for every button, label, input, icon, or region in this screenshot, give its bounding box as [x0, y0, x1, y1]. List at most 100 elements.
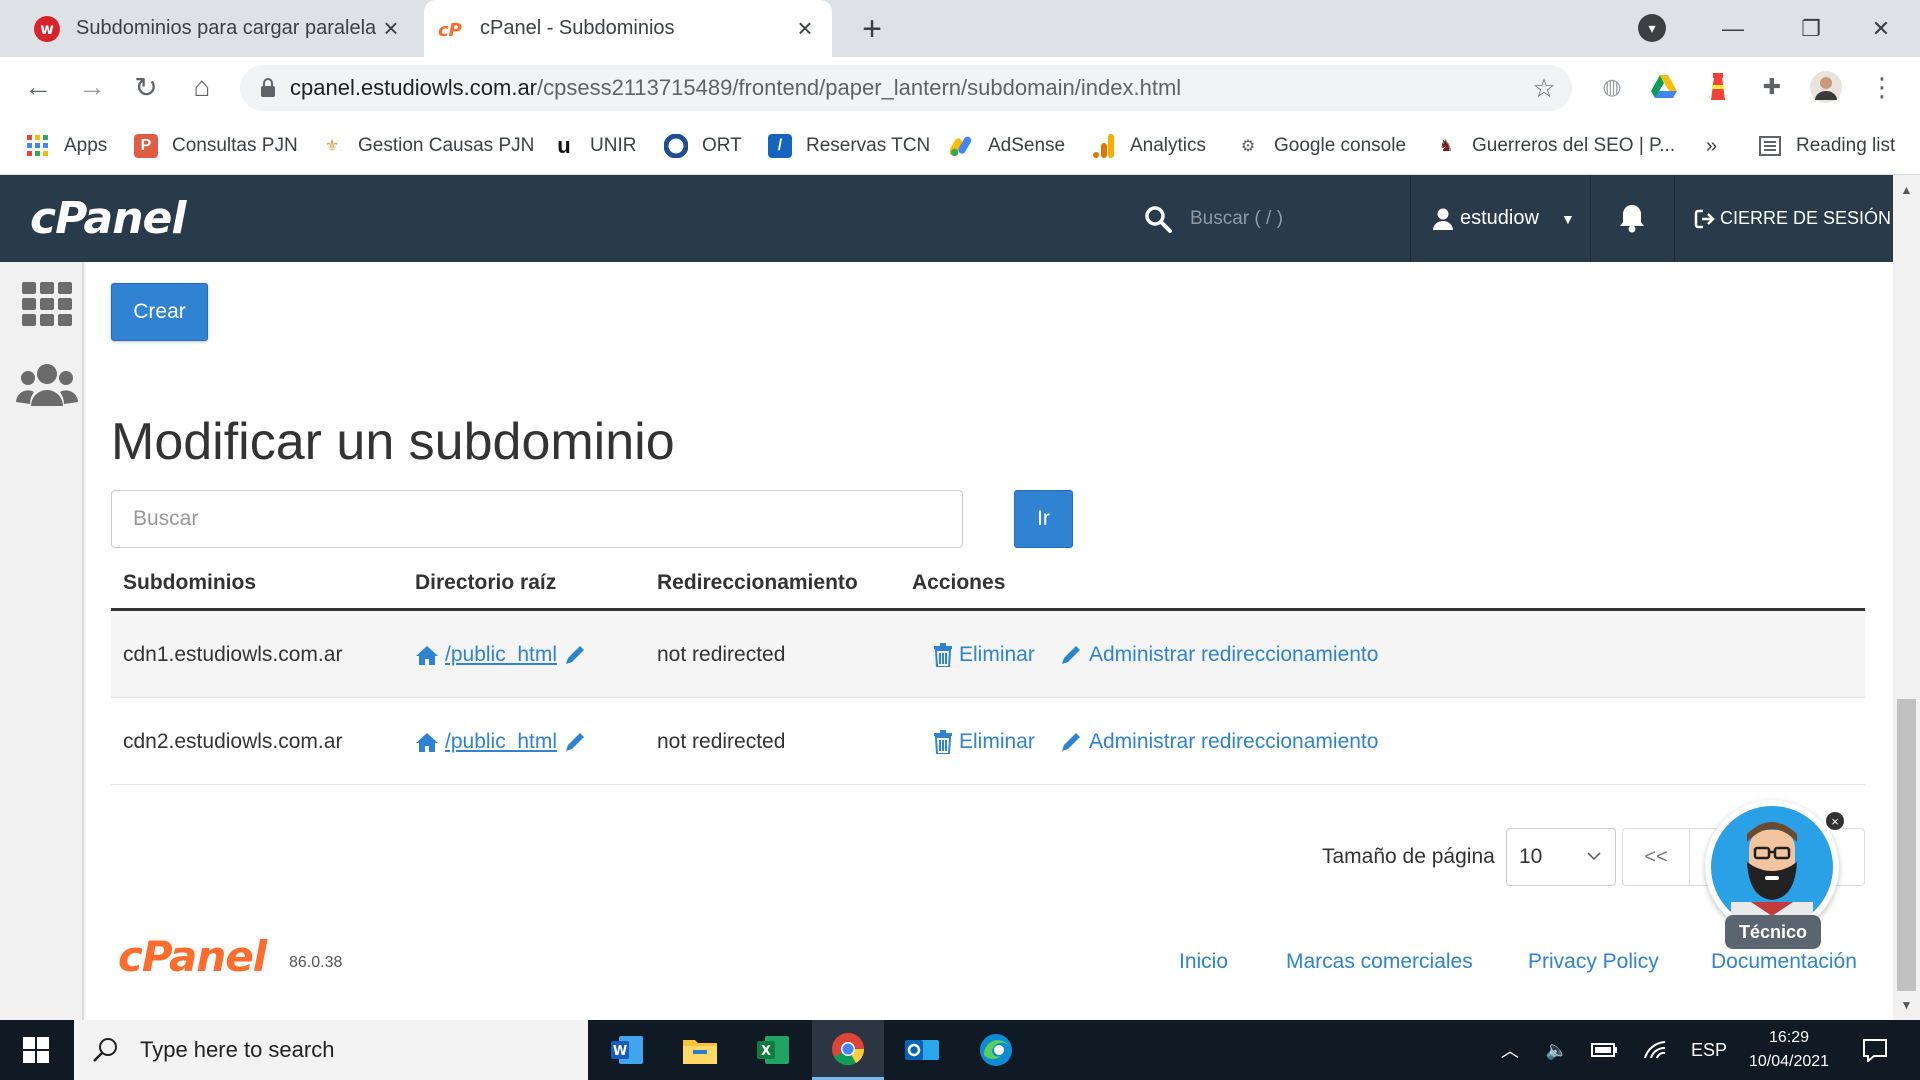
cpanel-logo[interactable]: cPanel — [30, 193, 186, 244]
create-button[interactable]: Crear — [111, 283, 208, 341]
edge-app-icon[interactable] — [960, 1020, 1032, 1080]
delete-link[interactable]: Eliminar — [931, 698, 1035, 785]
outlook-app-icon[interactable] — [886, 1020, 958, 1080]
cpanel-search[interactable]: Buscar ( / ) — [1144, 175, 1410, 262]
extension-icon[interactable]: ◍ — [1596, 71, 1628, 103]
tab-title: Subdominios para cargar paralelam — [76, 17, 376, 39]
tab-close-icon[interactable]: × — [790, 13, 820, 44]
bookmark-guerreros-seo[interactable]: ♞ Guerreros del SEO | P... — [1434, 131, 1675, 161]
address-bar[interactable]: cpanel.estudiowls.com.ar/cpsess211371548… — [240, 65, 1572, 111]
page-scrollbar[interactable]: ▲ ▼ — [1893, 175, 1920, 1020]
footer-link-marcas[interactable]: Marcas comerciales — [1286, 950, 1473, 974]
tab-close-icon[interactable]: × — [376, 13, 406, 44]
redirect-status: not redirected — [657, 642, 786, 666]
new-tab-plus-icon[interactable]: + — [855, 10, 889, 48]
cpanel-header: cPanel Buscar ( / ) estudiow ▼ CIERRE DE… — [0, 175, 1893, 262]
bookmark-star-icon[interactable]: ☆ — [1524, 73, 1564, 104]
reading-list[interactable]: Reading list — [1758, 131, 1895, 161]
word-app-icon[interactable]: W — [592, 1020, 664, 1080]
root-dir-link[interactable]: /public_html — [415, 611, 593, 698]
bookmark-ort[interactable]: ORT — [664, 131, 742, 161]
chrome-app-icon[interactable] — [812, 1020, 884, 1080]
root-dir-link[interactable]: /public_html — [415, 698, 593, 785]
page-first-button[interactable]: << — [1622, 828, 1690, 886]
bell-icon[interactable] — [1618, 203, 1646, 233]
assistant-label[interactable]: Técnico — [1725, 915, 1821, 949]
subdomains-table: Subdominios Directorio raíz Redirecciona… — [111, 557, 1865, 785]
users-group-icon[interactable] — [16, 362, 78, 408]
scroll-down-arrow-icon[interactable]: ▼ — [1893, 990, 1920, 1020]
file-explorer-icon[interactable] — [664, 1020, 736, 1080]
back-arrow-icon[interactable]: ← — [18, 67, 58, 107]
delete-link[interactable]: Eliminar — [931, 611, 1035, 698]
scroll-up-arrow-icon[interactable]: ▲ — [1893, 175, 1920, 205]
windows-start-icon[interactable] — [0, 1020, 72, 1080]
volume-icon[interactable]: 🔈 — [1540, 1020, 1574, 1080]
restore-icon[interactable]: ❐ — [1772, 0, 1850, 57]
close-window-icon[interactable]: ✕ — [1842, 0, 1920, 57]
system-clock[interactable]: 16:29 10/04/2021 — [1738, 1026, 1840, 1074]
bookmark-label: UNIR — [590, 135, 637, 156]
footer-link-documentacion[interactable]: Documentación — [1711, 950, 1857, 974]
kebab-menu-icon[interactable]: ⋮ — [1866, 71, 1898, 103]
input-language[interactable]: ESP — [1686, 1020, 1732, 1080]
bookmark-apps[interactable]: Apps — [26, 131, 107, 161]
pencil-icon[interactable] — [563, 730, 587, 754]
lighthouse-extension-icon[interactable] — [1702, 71, 1734, 103]
search-icon — [93, 1038, 117, 1062]
home-icon[interactable]: ⌂ — [182, 67, 222, 107]
chevron-down-icon — [1587, 852, 1601, 861]
bookmark-analytics[interactable]: Analytics — [1092, 131, 1206, 161]
ort-icon — [664, 134, 688, 158]
cpanel-sidebar — [0, 262, 84, 1020]
bookmark-label: Reservas TCN — [806, 135, 931, 156]
minimize-icon[interactable]: — — [1694, 0, 1772, 57]
bookmark-label: Analytics — [1130, 135, 1207, 156]
assistant-avatar[interactable] — [1705, 800, 1839, 934]
go-button[interactable]: Ir — [1014, 490, 1073, 548]
tools-grid-icon[interactable] — [22, 282, 72, 326]
subdomain-search-input[interactable] — [111, 490, 963, 548]
footer-link-inicio[interactable]: Inicio — [1179, 950, 1228, 974]
assistant-close-icon[interactable]: × — [1824, 810, 1846, 832]
reload-icon[interactable]: ↻ — [126, 67, 166, 107]
bookmark-gestion-causas-pjn[interactable]: ⚜ Gestion Causas PJN — [320, 131, 535, 161]
footer-link-privacy[interactable]: Privacy Policy — [1528, 950, 1659, 974]
bookmark-unir[interactable]: u UNIR — [552, 131, 636, 161]
tab-cpanel-subdominios[interactable]: cP cPanel - Subdominios × — [424, 0, 832, 57]
column-header-subdominios[interactable]: Subdominios — [123, 571, 256, 595]
forward-arrow-icon[interactable]: → — [72, 67, 112, 107]
bookmark-google-console[interactable]: ⚙ Google console — [1236, 131, 1406, 161]
google-drive-icon[interactable] — [1648, 71, 1680, 103]
battery-icon[interactable] — [1588, 1020, 1622, 1080]
page-size-select[interactable]: 10 — [1506, 828, 1616, 886]
bookmark-consultas-pjn[interactable]: P Consultas PJN — [134, 131, 298, 161]
bookmark-adsense[interactable]: AdSense — [950, 131, 1065, 161]
bookmark-label: ORT — [702, 135, 742, 156]
extensions-puzzle-icon[interactable]: ✚ — [1756, 71, 1788, 103]
column-header-redireccionamiento[interactable]: Redireccionamiento — [657, 571, 858, 595]
bookmarks-overflow-icon[interactable]: » — [1706, 131, 1717, 161]
column-header-directorio[interactable]: Directorio raíz — [415, 571, 556, 595]
user-menu[interactable]: estudiow ▼ — [1432, 175, 1575, 262]
taskbar-search[interactable]: Type here to search — [74, 1020, 588, 1080]
logout-button[interactable]: CIERRE DE SESIÓN — [1694, 175, 1891, 262]
bookmark-label: Consultas PJN — [172, 135, 298, 156]
scroll-thumb[interactable] — [1897, 699, 1916, 991]
tab-subdominios-article[interactable]: w Subdominios para cargar paralelam × — [20, 0, 418, 57]
wifi-icon[interactable] — [1638, 1020, 1672, 1080]
profile-avatar[interactable] — [1810, 71, 1842, 103]
bookmark-label: AdSense — [988, 135, 1066, 156]
pencil-icon[interactable] — [563, 643, 587, 667]
bookmark-reservas-tcn[interactable]: / Reservas TCN — [768, 131, 930, 161]
cpanel-search-input[interactable]: Buscar ( / ) — [1190, 208, 1410, 230]
manage-redirect-link[interactable]: Administrar redireccionamiento — [1059, 611, 1378, 698]
tab-search-chevron-icon[interactable]: ▾ — [1638, 14, 1666, 42]
tray-chevron-up-icon[interactable]: ︿ — [1494, 1020, 1526, 1080]
excel-app-icon[interactable]: X — [738, 1020, 810, 1080]
page-size-value: 10 — [1519, 845, 1543, 868]
tcn-icon: / — [768, 134, 792, 158]
manage-redirect-link[interactable]: Administrar redireccionamiento — [1059, 698, 1378, 785]
notifications-icon[interactable] — [1852, 1020, 1898, 1080]
webnode-favicon-icon: w — [34, 15, 60, 42]
